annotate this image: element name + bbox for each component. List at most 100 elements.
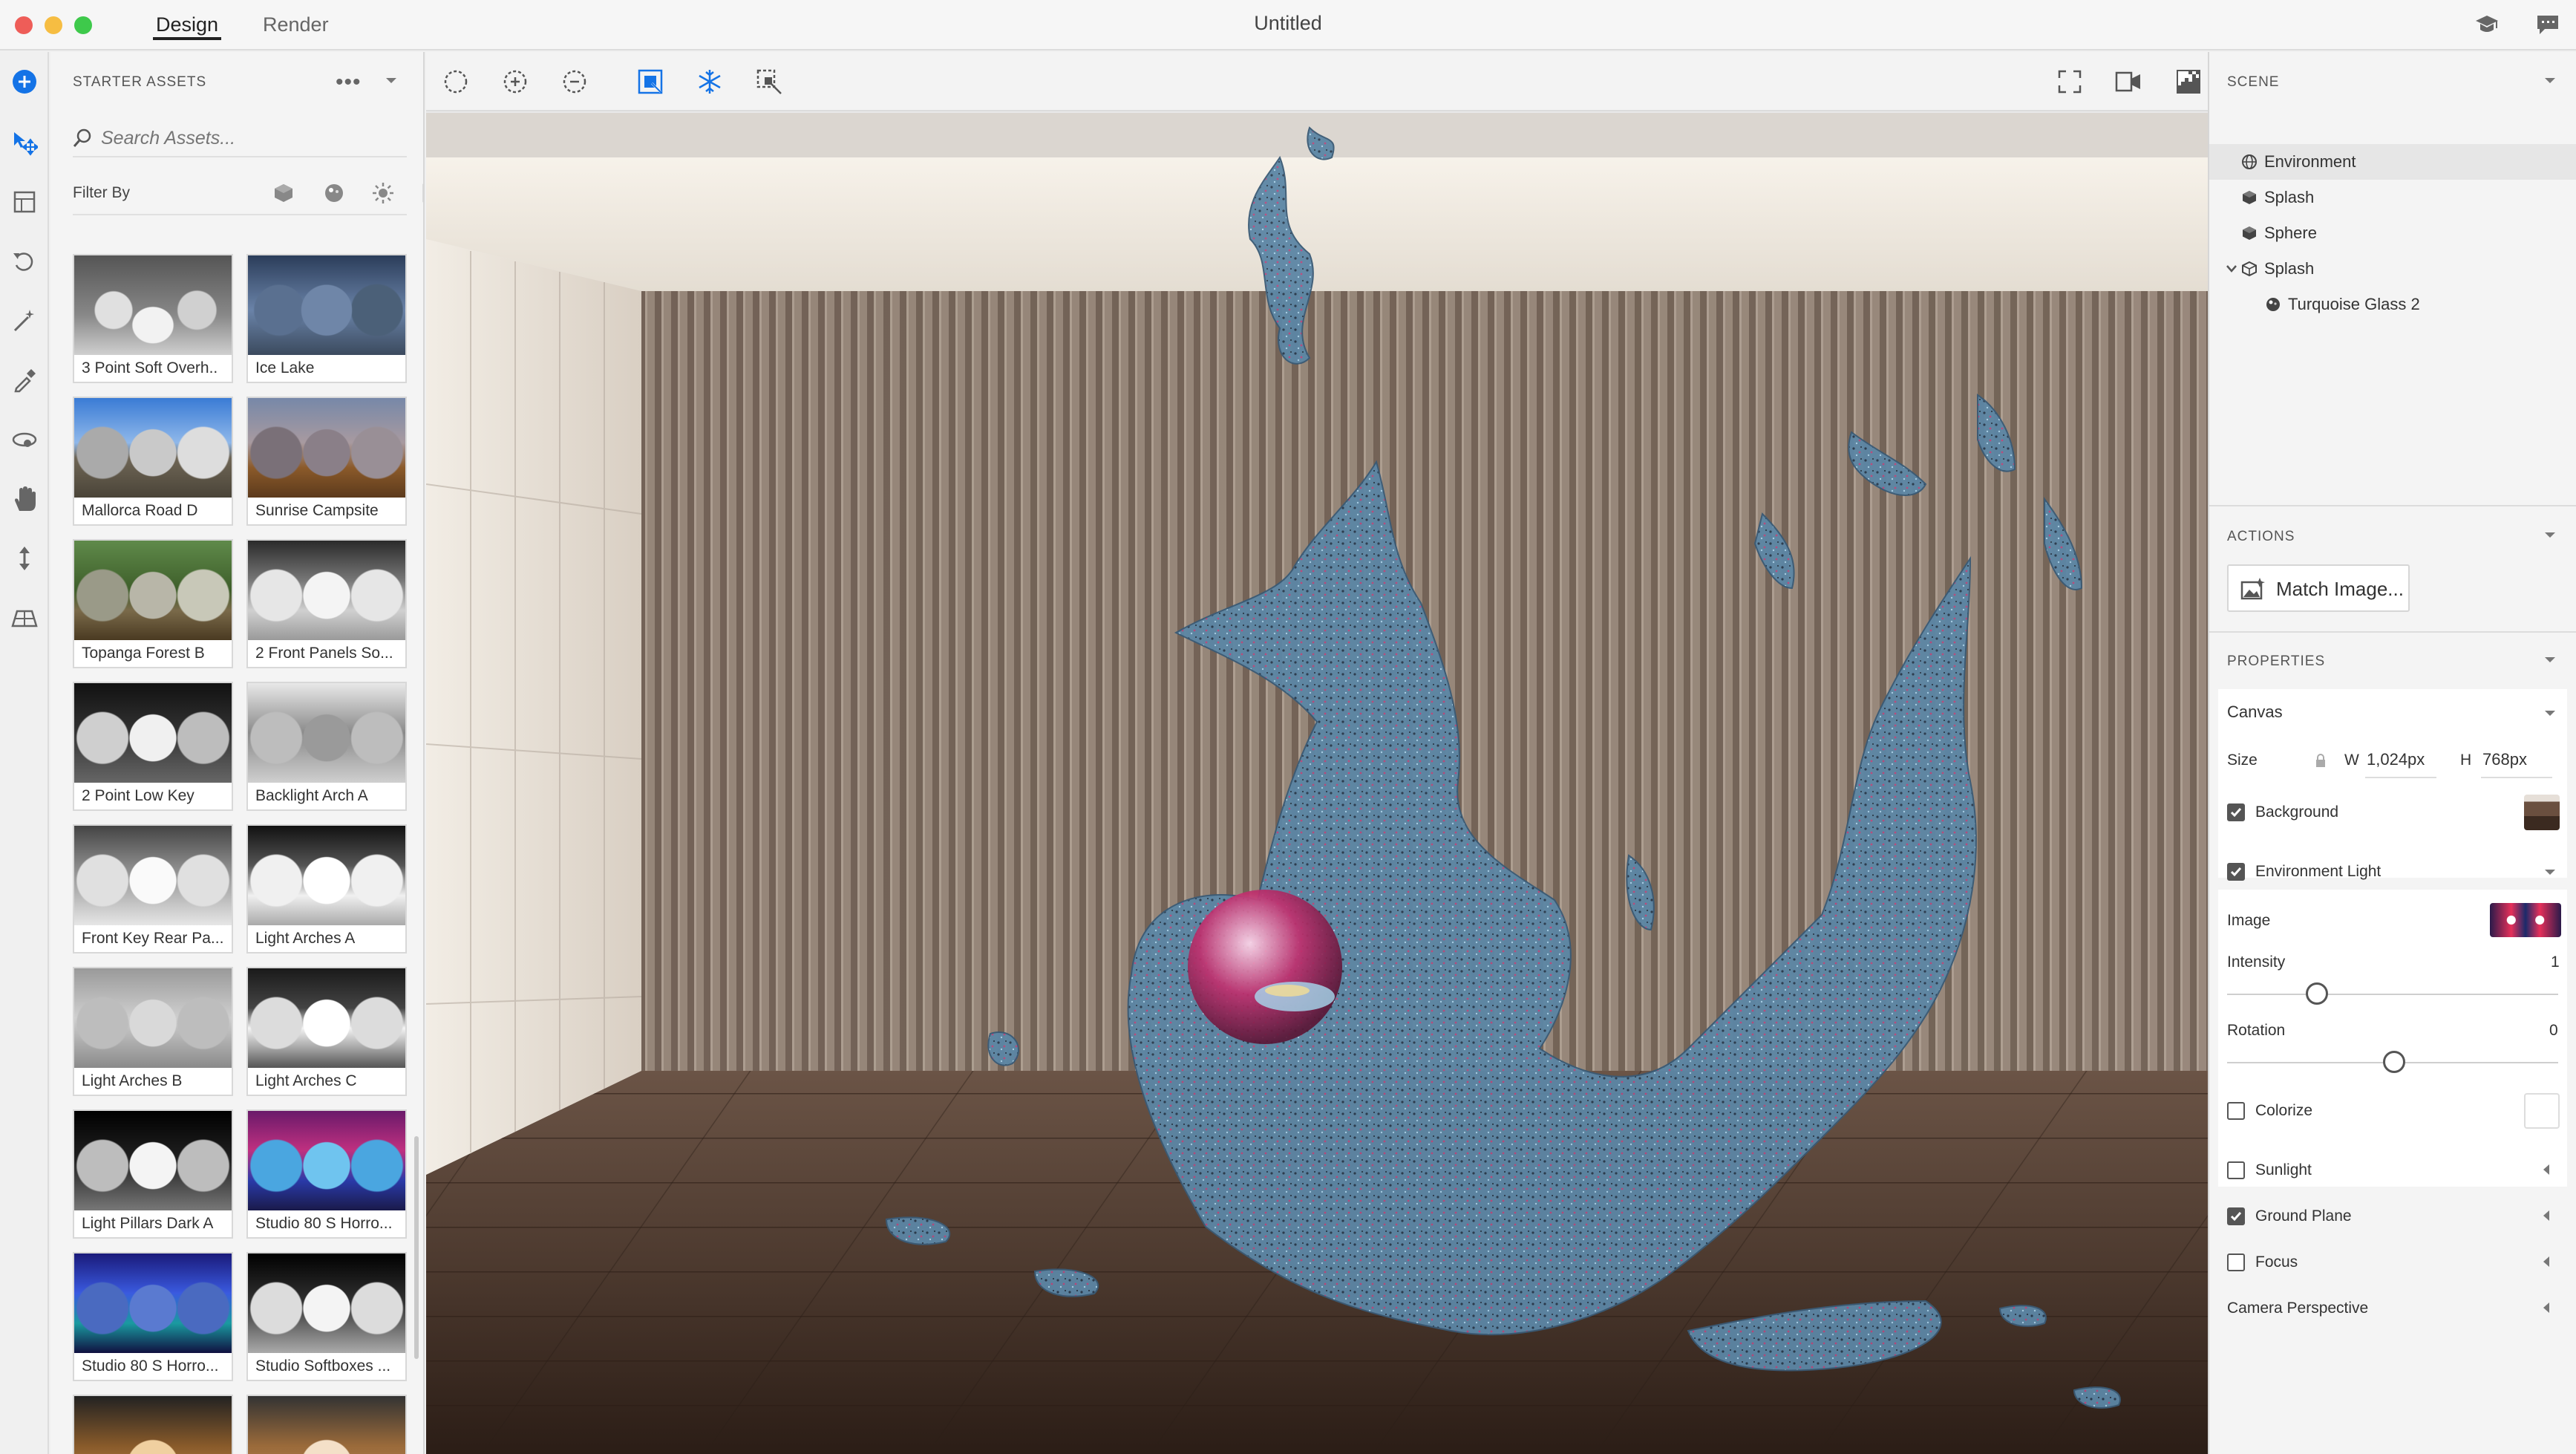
asset-card[interactable] <box>73 1395 233 1454</box>
material-filter-icon[interactable] <box>319 178 349 208</box>
chevron-down-icon[interactable] <box>2543 708 2557 722</box>
asset-card[interactable]: Backlight Arch A <box>246 682 407 811</box>
intensity-slider-track[interactable] <box>2227 994 2558 995</box>
chevron-down-icon[interactable] <box>385 76 398 89</box>
asset-card[interactable]: 3 Point Soft Overh.. <box>73 254 233 383</box>
fit-selection-icon[interactable] <box>635 67 665 97</box>
ground-plane-expand-icon[interactable] <box>2543 1210 2549 1221</box>
hand-pan-icon[interactable] <box>10 484 39 514</box>
asset-label: Front Key Rear Pa... <box>82 930 224 947</box>
lasso-select-icon[interactable] <box>441 67 471 97</box>
colorize-label: Colorize <box>2255 1102 2313 1119</box>
width-input[interactable]: 1,024px <box>2367 750 2425 769</box>
lock-icon[interactable] <box>2315 753 2327 772</box>
asset-card[interactable]: Studio Softboxes ... <box>246 1252 407 1381</box>
background-checkbox[interactable] <box>2227 803 2245 821</box>
scene-item-label: Splash <box>2264 188 2315 206</box>
title-bar: Design Render Untitled <box>0 0 2576 50</box>
intensity-slider-knob[interactable] <box>2306 982 2328 1005</box>
scene-item-turquoise-glass-2[interactable]: Turquoise Glass 2 <box>2209 287 2576 322</box>
model-icon <box>2240 189 2258 206</box>
image-filter-icon[interactable] <box>419 178 423 208</box>
asset-label: Ice Lake <box>255 359 315 376</box>
image-label: Image <box>2227 912 2271 929</box>
viewport[interactable] <box>426 52 2208 1454</box>
asset-card[interactable]: Light Arches B <box>73 967 233 1096</box>
feedback-icon[interactable] <box>2533 10 2563 40</box>
render-preview-icon[interactable] <box>2174 67 2203 97</box>
camera-perspective-expand-icon[interactable] <box>2543 1303 2549 1313</box>
model-filter-icon[interactable] <box>269 178 298 208</box>
asset-label: Studio 80 S Horro... <box>82 1357 219 1375</box>
assets-scrollbar[interactable] <box>414 1136 419 1359</box>
sunlight-expand-icon[interactable] <box>2543 1164 2549 1175</box>
properties-panel-title: PROPERTIES <box>2227 653 2326 669</box>
ground-plane-checkbox[interactable] <box>2227 1207 2245 1225</box>
eyedropper-icon[interactable] <box>10 365 39 395</box>
rotate-icon[interactable] <box>10 247 39 276</box>
asset-thumbnail <box>74 541 232 640</box>
snowflake-icon[interactable] <box>695 67 725 97</box>
more-options-button[interactable]: ••• <box>336 70 362 95</box>
asset-card[interactable]: Topanga Forest B <box>73 539 233 668</box>
frame-icon[interactable] <box>10 187 39 217</box>
asset-label: Backlight Arch A <box>255 787 368 804</box>
asset-card[interactable]: Light Arches C <box>246 967 407 1096</box>
light-filter-icon[interactable] <box>368 178 398 208</box>
camera-bookmark-icon[interactable] <box>2114 67 2144 97</box>
chevron-down-icon[interactable] <box>2543 76 2557 89</box>
scene-item-environment[interactable]: Environment <box>2209 144 2576 180</box>
dolly-icon[interactable] <box>10 544 39 573</box>
magic-wand-icon[interactable] <box>10 306 39 336</box>
asset-card[interactable]: Ice Lake <box>246 254 407 383</box>
learn-icon[interactable] <box>2472 10 2502 40</box>
asset-thumbnail <box>74 398 232 498</box>
asset-card[interactable]: Light Pillars Dark A <box>73 1109 233 1239</box>
environment-image-swatch[interactable] <box>2490 903 2561 937</box>
asset-card[interactable]: 2 Point Low Key <box>73 682 233 811</box>
asset-card[interactable]: 2 Front Panels So... <box>246 539 407 668</box>
scene-item-splash[interactable]: Splash <box>2209 251 2576 287</box>
scene-item-splash[interactable]: Splash <box>2209 180 2576 215</box>
asset-card[interactable]: Sunrise Campsite <box>246 397 407 526</box>
background-swatch[interactable] <box>2524 795 2560 830</box>
rotation-slider-knob[interactable] <box>2383 1051 2405 1073</box>
orbit-icon[interactable] <box>10 425 39 454</box>
render-canvas[interactable] <box>426 113 2208 1454</box>
asset-card[interactable] <box>246 1395 407 1454</box>
asset-card[interactable]: Studio 80 S Horro... <box>246 1109 407 1239</box>
asset-thumbnail <box>74 1111 232 1210</box>
asset-card[interactable]: Front Key Rear Pa... <box>73 824 233 953</box>
focus-checkbox[interactable] <box>2227 1253 2245 1271</box>
sunlight-checkbox[interactable] <box>2227 1161 2245 1179</box>
match-image-button[interactable]: Match Image... <box>2227 564 2410 612</box>
focus-expand-icon[interactable] <box>2543 1256 2549 1267</box>
chevron-down-icon[interactable] <box>2223 260 2240 278</box>
colorize-checkbox[interactable] <box>2227 1102 2245 1120</box>
asset-card[interactable]: Mallorca Road D <box>73 397 233 526</box>
add-icon[interactable] <box>10 67 39 97</box>
colorize-swatch[interactable] <box>2524 1093 2560 1129</box>
search-input[interactable] <box>101 123 398 153</box>
environment-light-checkbox[interactable] <box>2227 863 2245 881</box>
transform-select-icon[interactable] <box>754 67 784 97</box>
fullscreen-icon[interactable] <box>2055 67 2085 97</box>
height-input[interactable]: 768px <box>2482 750 2527 769</box>
asset-thumbnail <box>248 1396 405 1454</box>
scene-item-sphere[interactable]: Sphere <box>2209 215 2576 251</box>
ground-plane-icon[interactable] <box>10 603 39 633</box>
asset-label: 3 Point Soft Overh.. <box>82 359 218 376</box>
asset-card[interactable]: Light Arches A <box>246 824 407 953</box>
scene-item-label: Splash <box>2264 259 2315 278</box>
subtract-select-icon[interactable] <box>560 67 589 97</box>
camera-perspective-label[interactable]: Camera Perspective <box>2227 1300 2368 1317</box>
viewport-toolbar <box>426 52 2208 111</box>
chevron-down-icon[interactable] <box>2543 655 2557 668</box>
divider <box>2209 631 2576 633</box>
chevron-down-icon[interactable] <box>2543 867 2557 881</box>
add-select-icon[interactable] <box>500 67 530 97</box>
filter-bar: Filter By <box>73 178 423 215</box>
move-select-icon[interactable] <box>10 128 39 157</box>
chevron-down-icon[interactable] <box>2543 530 2557 544</box>
asset-card[interactable]: Studio 80 S Horro... <box>73 1252 233 1381</box>
